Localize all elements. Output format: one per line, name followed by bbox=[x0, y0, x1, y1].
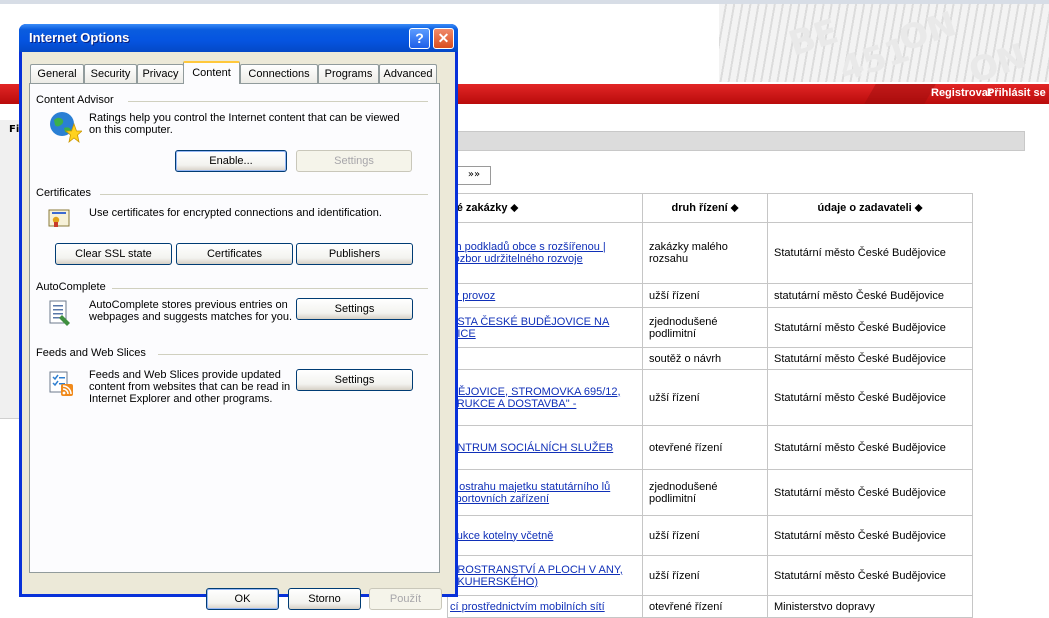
table-row: trukce kotelny včetně užší řízení Statut… bbox=[447, 515, 973, 556]
tender-link[interactable]: DĚJOVICE, STROMOVKA 695/12, TRUKCE A DOS… bbox=[447, 369, 643, 426]
tender-link[interactable] bbox=[447, 347, 643, 370]
left-panel-label: Fi bbox=[9, 124, 20, 135]
tenders-table: né zakázky ⬥ druh řízení ⬥ údaje o zadav… bbox=[447, 193, 973, 618]
procedure-cell: užší řízení bbox=[642, 555, 768, 596]
feeds-settings-button[interactable]: Settings bbox=[296, 369, 413, 391]
tab-general[interactable]: General bbox=[30, 64, 84, 83]
help-button[interactable]: ? bbox=[409, 28, 430, 49]
tender-link[interactable]: rý provoz bbox=[447, 283, 643, 308]
table-header-row: né zakázky ⬥ druh řízení ⬥ údaje o zadav… bbox=[447, 193, 973, 223]
tender-link[interactable]: trukce kotelny včetně bbox=[447, 515, 643, 556]
tab-privacy[interactable]: Privacy bbox=[137, 64, 184, 83]
group-divider bbox=[158, 354, 428, 355]
dialog-body: General Security Privacy Content Connect… bbox=[22, 52, 455, 610]
contracting-cell: Statutární město České Budějovice bbox=[767, 307, 973, 348]
dialog-title: Internet Options bbox=[29, 30, 130, 45]
table-row: PROSTRANSTVÍ A PLOCH V ANY, SKUHERSKÉHO)… bbox=[447, 555, 973, 596]
contracting-cell: Statutární město České Budějovice bbox=[767, 555, 973, 596]
tab-programs[interactable]: Programs bbox=[318, 64, 379, 83]
column-header-tender[interactable]: né zakázky ⬥ bbox=[447, 193, 643, 223]
feeds-icon bbox=[49, 371, 73, 396]
close-button[interactable]: ✕ bbox=[433, 28, 454, 49]
procedure-cell: užší řízení bbox=[642, 369, 768, 426]
certificates-button[interactable]: Certificates bbox=[176, 243, 293, 265]
table-row: rý provoz užší řízení statutární město Č… bbox=[447, 283, 973, 308]
cancel-button[interactable]: Storno bbox=[288, 588, 361, 610]
autocomplete-heading: AutoComplete bbox=[36, 281, 106, 293]
feeds-description: Feeds and Web Slices provide updated con… bbox=[89, 369, 291, 405]
login-link[interactable]: Přihlásit se bbox=[987, 87, 1046, 99]
content-advisor-settings-button[interactable]: Settings bbox=[296, 150, 412, 172]
tender-link[interactable]: ch podkladů obce s rozšířenou | rozbor u… bbox=[447, 222, 643, 284]
contracting-cell: statutární město České Budějovice bbox=[767, 283, 973, 308]
publishers-button[interactable]: Publishers bbox=[296, 243, 413, 265]
content-advisor-description: Ratings help you control the Internet co… bbox=[89, 112, 400, 136]
column-header-contracting[interactable]: údaje o zadavateli ⬥ bbox=[767, 193, 973, 223]
globe-star-icon bbox=[50, 112, 82, 144]
enable-button[interactable]: Enable... bbox=[175, 150, 287, 172]
table-row: a ostrahu majetku statutárního lů sporto… bbox=[447, 469, 973, 516]
autocomplete-description: AutoComplete stores previous entries on … bbox=[89, 299, 293, 323]
contracting-cell: Statutární město České Budějovice bbox=[767, 469, 973, 516]
procedure-cell: zjednodušené podlimitní bbox=[642, 469, 768, 516]
certificates-description: Use certificates for encrypted connectio… bbox=[89, 207, 382, 219]
column-header-procedure[interactable]: druh řízení ⬥ bbox=[642, 193, 768, 223]
register-link[interactable]: Registrovat bbox=[931, 87, 992, 99]
tender-link[interactable]: ĚSTA ČESKÉ BUDĚJOVICE NA VICE bbox=[447, 307, 643, 348]
contracting-cell: Statutární město České Budějovice bbox=[767, 515, 973, 556]
table-row: ENTRUM SOCIÁLNÍCH SLUŽEB otevřené řízení… bbox=[447, 425, 973, 470]
table-row: soutěž o návrh Statutární město České Bu… bbox=[447, 347, 973, 370]
group-divider bbox=[128, 101, 428, 102]
dialog-title-bar[interactable]: Internet Options ? ✕ bbox=[19, 24, 458, 52]
procedure-cell: zakázky malého rozsahu bbox=[642, 222, 768, 284]
contracting-cell: Statutární město České Budějovice bbox=[767, 347, 973, 370]
procedure-cell: užší řízení bbox=[642, 515, 768, 556]
banner-artwork: BE ON 451 ON bbox=[719, 4, 1049, 82]
clear-ssl-state-button[interactable]: Clear SSL state bbox=[55, 243, 172, 265]
tab-content[interactable]: Content bbox=[183, 61, 240, 84]
tab-connections[interactable]: Connections bbox=[240, 64, 318, 83]
contracting-cell: Statutární město České Budějovice bbox=[767, 425, 973, 470]
pager-next-button[interactable]: »» bbox=[457, 166, 491, 185]
group-divider bbox=[100, 194, 428, 195]
content-advisor-heading: Content Advisor bbox=[36, 94, 114, 106]
autocomplete-icon bbox=[49, 300, 70, 326]
apply-button[interactable]: Použít bbox=[369, 588, 442, 610]
tender-link[interactable]: ENTRUM SOCIÁLNÍCH SLUŽEB bbox=[447, 425, 643, 470]
table-row: ĚSTA ČESKÉ BUDĚJOVICE NA VICE zjednoduše… bbox=[447, 307, 973, 348]
procedure-cell: užší řízení bbox=[642, 283, 768, 308]
internet-options-dialog: Internet Options ? ✕ General Security Pr… bbox=[19, 24, 458, 610]
autocomplete-settings-button[interactable]: Settings bbox=[296, 298, 413, 320]
group-divider bbox=[112, 288, 428, 289]
contracting-cell: Statutární město České Budějovice bbox=[767, 222, 973, 284]
procedure-cell: otevřené řízení bbox=[642, 425, 768, 470]
feeds-heading: Feeds and Web Slices bbox=[36, 347, 146, 359]
table-row: DĚJOVICE, STROMOVKA 695/12, TRUKCE A DOS… bbox=[447, 369, 973, 426]
certificate-icon bbox=[48, 209, 70, 227]
tab-advanced[interactable]: Advanced bbox=[379, 64, 437, 83]
table-row: ch podkladů obce s rozšířenou | rozbor u… bbox=[447, 222, 973, 284]
procedure-cell: zjednodušené podlimitní bbox=[642, 307, 768, 348]
tender-link[interactable]: PROSTRANSTVÍ A PLOCH V ANY, SKUHERSKÉHO) bbox=[447, 555, 643, 596]
ok-button[interactable]: OK bbox=[206, 588, 279, 610]
content-tab-page: Content Advisor Ratings help you control… bbox=[29, 83, 440, 573]
contracting-cell: Statutární město České Budějovice bbox=[767, 369, 973, 426]
certificates-heading: Certificates bbox=[36, 187, 92, 199]
tab-security[interactable]: Security bbox=[84, 64, 137, 83]
procedure-cell: soutěž o návrh bbox=[642, 347, 768, 370]
tender-link[interactable]: a ostrahu majetku statutárního lů sporto… bbox=[447, 469, 643, 516]
